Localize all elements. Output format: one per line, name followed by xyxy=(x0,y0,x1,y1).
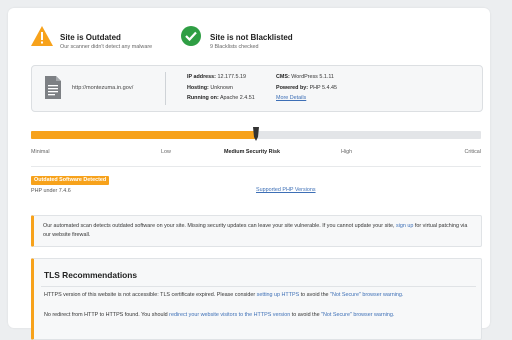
outdated-status: Site is Outdated Our scanner didn't dete… xyxy=(30,25,152,59)
risk-label-current: Medium Security Risk xyxy=(224,149,281,155)
risk-label-low: Low xyxy=(161,149,171,155)
cms-label: CMS: xyxy=(276,74,290,80)
risk-labels: Minimal Low Medium Security Risk High Cr… xyxy=(31,149,481,157)
risk-meter-fill xyxy=(31,131,256,139)
scan-result-card: Site is Outdated Our scanner didn't dete… xyxy=(8,8,490,340)
running-value: Apache 2.4.51 xyxy=(219,95,255,101)
redirect-https-link[interactable]: redirect your website visitors to the HT… xyxy=(169,312,290,318)
tls-line2-text: No redirect from HTTP to HTTPS found. Yo… xyxy=(44,312,168,318)
outdated-software-tag: Outdated Software Detected xyxy=(31,176,110,185)
tls-divider xyxy=(41,286,476,287)
more-details-link[interactable]: More Details xyxy=(276,95,306,101)
supported-php-link[interactable]: Supported PHP Versions xyxy=(256,187,316,193)
notice-text: Our automated scan detects outdated soft… xyxy=(43,222,473,240)
ip-label: IP address: xyxy=(187,74,216,80)
tls-title: TLS Recommendations xyxy=(44,270,138,280)
ip-value: 12.177.5.19 xyxy=(217,74,246,80)
tls-recommendations: TLS Recommendations HTTPS version of thi… xyxy=(31,258,482,340)
powered-value: PHP 5.4.45 xyxy=(309,84,338,91)
powered-label: Powered by: xyxy=(276,84,309,91)
outdated-notice: Our automated scan detects outdated soft… xyxy=(31,215,482,247)
cms-value: WordPress 5.1.11 xyxy=(291,74,334,80)
running-label: Running on: xyxy=(187,95,219,101)
notice-text-part1: Our automated scan detects outdated soft… xyxy=(43,223,395,229)
warning-icon xyxy=(31,26,53,46)
not-secure-warning-link-2[interactable]: "Not Secure" browser warning. xyxy=(321,312,394,318)
hosting-value: Unknown xyxy=(210,84,233,91)
tls-line-https: HTTPS version of this website is not acc… xyxy=(44,292,403,298)
risk-meter xyxy=(31,127,481,141)
risk-label-minimal: Minimal xyxy=(31,149,50,155)
section-divider xyxy=(31,166,481,167)
not-secure-warning-link-1[interactable]: "Not Secure" browser warning. xyxy=(330,292,403,298)
outdated-title: Site is Outdated xyxy=(60,33,121,42)
document-icon xyxy=(45,76,61,99)
risk-label-high: High xyxy=(341,149,353,155)
site-url: http://montezuma.in.gov/ xyxy=(72,85,134,91)
tls-line-redirect: No redirect from HTTP to HTTPS found. Yo… xyxy=(44,312,394,318)
info-divider xyxy=(165,72,166,105)
blacklist-title: Site is not Blacklisted xyxy=(210,33,293,42)
risk-label-critical: Critical xyxy=(464,149,481,155)
server-info: IP address: 12.177.5.19 Hosting: Unknown… xyxy=(187,72,255,104)
software-info: CMS: WordPress 5.1.11 Powered by: PHP 5.… xyxy=(276,72,337,104)
hosting-label: Hosting: xyxy=(187,84,209,91)
blacklist-subtitle: 9 Blacklists checked xyxy=(210,44,259,50)
risk-marker-icon xyxy=(253,127,259,141)
site-info-box: http://montezuma.in.gov/ IP address: 12.… xyxy=(31,65,483,112)
setting-up-https-link[interactable]: setting up HTTPS xyxy=(257,292,300,298)
sign-up-link[interactable]: sign up xyxy=(396,223,413,229)
tls-line1-text: HTTPS version of this website is not acc… xyxy=(44,292,256,298)
outdated-subtitle: Our scanner didn't detect any malware xyxy=(60,44,153,50)
check-circle-icon xyxy=(181,26,201,46)
tls-line1-text2: to avoid the xyxy=(300,292,329,298)
php-version-note: PHP under 7.4.6 xyxy=(31,188,71,194)
tls-line2-text2: to avoid the xyxy=(291,312,320,318)
blacklist-status: Site is not Blacklisted 9 Blacklists che… xyxy=(180,25,293,59)
